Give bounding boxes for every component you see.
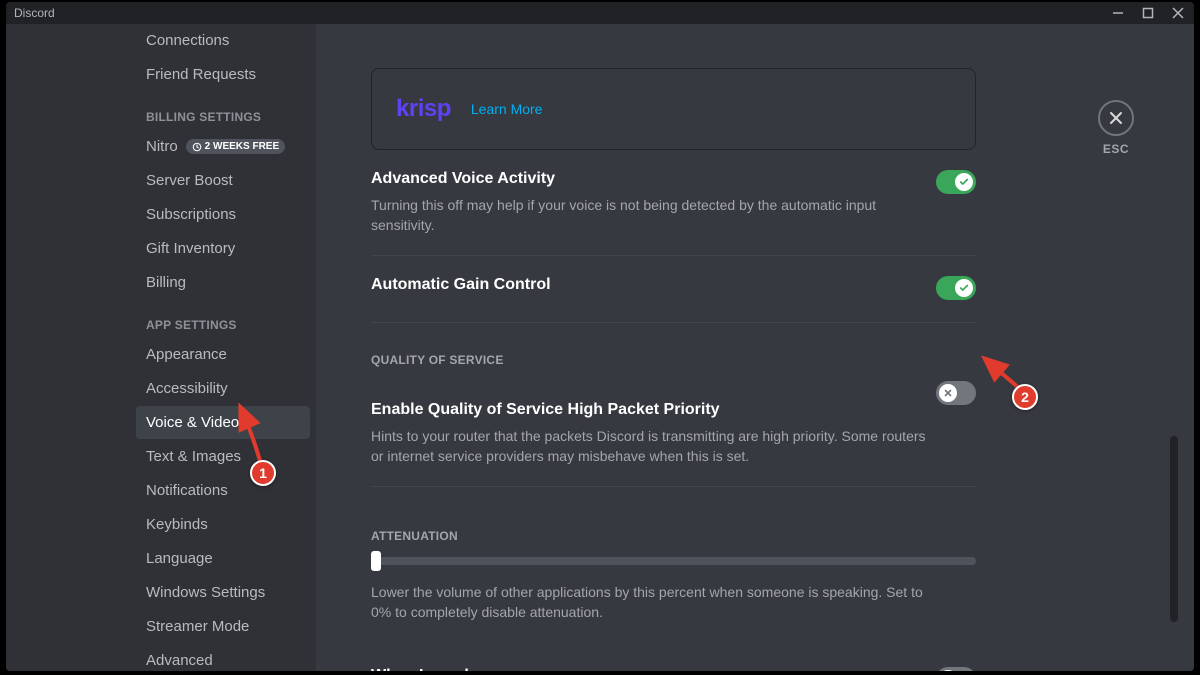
setting-automatic-gain-control: Automatic Gain Control [371, 256, 976, 323]
sidebar-item-accessibility[interactable]: Accessibility [136, 372, 310, 405]
sidebar-item-language[interactable]: Language [136, 542, 310, 575]
window-minimize-button[interactable] [1110, 5, 1126, 21]
close-button[interactable] [1098, 100, 1134, 136]
setting-title: Advanced Voice Activity [371, 170, 976, 188]
sidebar-item-voice-video[interactable]: Voice & Video [136, 406, 310, 439]
window-controls [1110, 5, 1186, 21]
setting-title: Automatic Gain Control [371, 276, 976, 294]
setting-title: When I speak [371, 667, 976, 671]
advanced-voice-toggle[interactable] [936, 170, 976, 194]
qos-toggle[interactable] [936, 381, 976, 405]
section-header-attenuation: ATTENUATION [371, 529, 976, 543]
setting-description: Turning this off may help if your voice … [371, 196, 931, 235]
sidebar-item-connections[interactable]: Connections [136, 24, 310, 57]
setting-advanced-voice-activity: Advanced Voice Activity Turning this off… [371, 150, 976, 256]
annotation-badge-1: 1 [250, 460, 276, 486]
sidebar-item-notifications[interactable]: Notifications [136, 474, 310, 507]
annotation-badge-2: 2 [1012, 384, 1038, 410]
clock-icon [192, 142, 202, 152]
settings-sidebar: Connections Friend Requests BILLING SETT… [6, 24, 316, 671]
titlebar: Discord [6, 2, 1194, 24]
sidebar-item-windows-settings[interactable]: Windows Settings [136, 576, 310, 609]
nitro-badge: 2 WEEKS FREE [186, 139, 285, 154]
sidebar-item-label: Nitro [146, 138, 178, 155]
scrollbar-thumb[interactable] [1170, 436, 1178, 622]
section-header-qos: QUALITY OF SERVICE [371, 353, 976, 367]
sidebar-header-billing: BILLING SETTINGS [136, 92, 310, 130]
titlebar-app-name: Discord [14, 6, 55, 20]
sidebar-item-text-images[interactable]: Text & Images [136, 440, 310, 473]
sidebar-item-keybinds[interactable]: Keybinds [136, 508, 310, 541]
krisp-logo: krisp [396, 95, 451, 123]
esc-label: ESC [1103, 142, 1129, 156]
sidebar-item-streamer-mode[interactable]: Streamer Mode [136, 610, 310, 643]
sidebar-header-app: APP SETTINGS [136, 300, 310, 338]
setting-when-i-speak: When I speak [371, 647, 976, 671]
krisp-promo-box: krisp Learn More [371, 68, 976, 150]
window-close-button[interactable] [1170, 5, 1186, 21]
window-maximize-button[interactable] [1140, 5, 1156, 21]
agc-toggle[interactable] [936, 276, 976, 300]
krisp-learn-more-link[interactable]: Learn More [471, 101, 543, 117]
sidebar-item-gift-inventory[interactable]: Gift Inventory [136, 232, 310, 265]
sidebar-item-nitro[interactable]: Nitro 2 WEEKS FREE [136, 130, 310, 163]
sidebar-item-advanced[interactable]: Advanced [136, 644, 310, 671]
setting-qos: Enable Quality of Service High Packet Pr… [371, 381, 976, 487]
settings-content: krisp Learn More Advanced Voice Activity… [316, 24, 1194, 671]
attenuation-description: Lower the volume of other applications b… [371, 583, 931, 622]
sidebar-item-server-boost[interactable]: Server Boost [136, 164, 310, 197]
content-scrollbar[interactable] [1170, 28, 1178, 670]
attenuation-slider[interactable] [371, 557, 976, 565]
attenuation-slider-knob[interactable] [371, 551, 381, 571]
sidebar-item-billing[interactable]: Billing [136, 266, 310, 299]
setting-title: Enable Quality of Service High Packet Pr… [371, 401, 976, 419]
close-icon [1108, 110, 1124, 126]
sidebar-item-appearance[interactable]: Appearance [136, 338, 310, 371]
sidebar-item-subscriptions[interactable]: Subscriptions [136, 198, 310, 231]
setting-description: Hints to your router that the packets Di… [371, 427, 931, 466]
sidebar-item-friend-requests[interactable]: Friend Requests [136, 58, 310, 91]
close-settings: ESC [1098, 100, 1134, 156]
